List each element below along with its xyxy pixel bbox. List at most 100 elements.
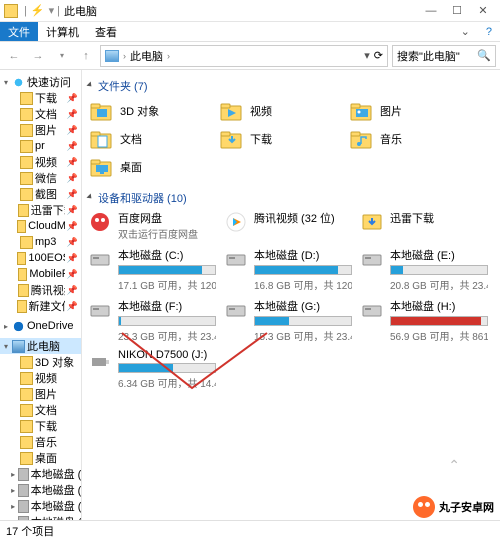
drive-label: 百度网盘 — [118, 210, 216, 226]
sidebar-quick-item[interactable]: 下载📌 — [0, 90, 81, 106]
drive-item[interactable]: 本地磁盘 (C:)17.1 GB 可用，共 120 … — [88, 247, 216, 292]
folder-item[interactable]: 图片 — [348, 98, 470, 124]
folder-item[interactable]: 下载 — [218, 126, 340, 152]
folder-item[interactable]: 视频 — [218, 98, 340, 124]
drive-item[interactable]: 腾讯视频 (32 位) — [224, 210, 352, 241]
drive-item[interactable]: 本地磁盘 (F:)23.3 GB 可用，共 23.4… — [88, 298, 216, 343]
folder-icon — [17, 220, 26, 233]
nav-back-button[interactable]: ← — [4, 46, 24, 66]
drv-icon — [360, 298, 384, 322]
drive-item[interactable]: NIKON D7500 (J:)6.34 GB 可用，共 14.4… — [88, 349, 216, 390]
help-button[interactable]: ? — [478, 22, 500, 41]
refresh-button[interactable]: ⟳ — [374, 49, 383, 62]
folder-item[interactable]: 桌面 — [88, 154, 210, 180]
folder-label: 3D 对象 — [120, 103, 159, 119]
folder-icon — [20, 92, 33, 105]
usb-icon — [88, 349, 112, 373]
minimize-button[interactable]: — — [418, 1, 444, 21]
sidebar-quick-item[interactable]: 100EOS5D📌 — [0, 250, 81, 266]
menu-computer[interactable]: 计算机 — [38, 22, 87, 41]
folder-icon — [20, 356, 33, 369]
search-placeholder: 搜索"此电脑" — [397, 48, 460, 64]
drive-item[interactable]: 本地磁盘 (E:)20.8 GB 可用，共 23.4… — [360, 247, 488, 292]
menu-file[interactable]: 文件 — [0, 22, 38, 41]
folder-label: 桌面 — [120, 159, 142, 175]
sidebar-quick-item[interactable]: 文档📌 — [0, 106, 81, 122]
address-dropdown-button[interactable]: ▾ — [364, 49, 370, 62]
drive-item[interactable]: 本地磁盘 (H:)56.9 GB 可用，共 861 … — [360, 298, 488, 343]
sidebar-quick-item[interactable]: mp3📌 — [0, 234, 81, 250]
folder-icon — [20, 388, 33, 401]
folder-icon — [20, 372, 33, 385]
maximize-button[interactable]: ☐ — [444, 1, 470, 21]
drv-icon — [224, 298, 248, 322]
sidebar-pc-item[interactable]: ▸本地磁盘 (D:) — [0, 482, 81, 498]
sidebar-quick-item[interactable]: MobileFile📌 — [0, 266, 81, 282]
quickaccess-pin-icon[interactable]: ⚡ — [31, 4, 45, 17]
dl-folder-icon — [218, 128, 244, 150]
breadcrumb-root[interactable]: 此电脑 — [130, 48, 163, 64]
folder-icon — [20, 236, 33, 249]
drive-sublabel: 20.8 GB 可用，共 23.4… — [390, 277, 488, 292]
sidebar-quick-item[interactable]: CloudMusic📌 — [0, 218, 81, 234]
sidebar-quick-item[interactable]: 截图📌 — [0, 186, 81, 202]
section-folders-header[interactable]: 文件夹 (7) — [88, 74, 494, 98]
drive-item[interactable]: 百度网盘双击运行百度网盘 — [88, 210, 216, 241]
close-button[interactable]: ✕ — [470, 1, 496, 21]
drive-label: 本地磁盘 (D:) — [254, 247, 352, 263]
folder-label: 音乐 — [380, 131, 402, 147]
sidebar-quick-access[interactable]: ▾快速访问 — [0, 74, 81, 90]
baidu-icon — [88, 210, 112, 234]
drive-item[interactable]: 本地磁盘 (D:)16.8 GB 可用，共 120 … — [224, 247, 352, 292]
window-title: 此电脑 — [64, 3, 418, 19]
sidebar-pc-item[interactable]: ▸本地磁盘 (E:) — [0, 498, 81, 514]
folder-icon — [17, 300, 26, 313]
folder-item[interactable]: 音乐 — [348, 126, 470, 152]
sidebar-pc-item[interactable]: 文档 — [0, 402, 81, 418]
sidebar-quick-item[interactable]: 图片📌 — [0, 122, 81, 138]
sidebar-pc-item[interactable]: 下载 — [0, 418, 81, 434]
titlebar-sep: | — [24, 5, 27, 17]
collapse-caret-icon[interactable]: ⌃ — [448, 457, 460, 474]
folder-icon — [18, 268, 28, 281]
address-input[interactable]: › 此电脑 › ▾ ⟳ — [100, 45, 388, 67]
folder-item[interactable]: 文档 — [88, 126, 210, 152]
sidebar-pc-item[interactable]: 视频 — [0, 370, 81, 386]
sidebar-pc-item[interactable]: 图片 — [0, 386, 81, 402]
status-bar: 17 个项目 — [0, 520, 500, 540]
menu-view[interactable]: 查看 — [87, 22, 125, 41]
folder-label: 文档 — [120, 131, 142, 147]
ribbon-expand-button[interactable]: ⌄ — [453, 22, 478, 41]
sidebar-quick-item[interactable]: 腾讯视频📌 — [0, 282, 81, 298]
nav-history-button[interactable]: ▾ — [52, 46, 72, 66]
folder-item[interactable]: 3D 对象 — [88, 98, 210, 124]
sidebar-pc-item[interactable]: 3D 对象 — [0, 354, 81, 370]
sidebar-quick-item[interactable]: 视频📌 — [0, 154, 81, 170]
drive-usage-bar — [390, 265, 488, 275]
folder-icon — [20, 156, 33, 169]
sidebar-thispc[interactable]: ▾此电脑 — [0, 338, 81, 354]
search-icon[interactable]: 🔍 — [477, 49, 491, 62]
sidebar-pc-item[interactable]: 音乐 — [0, 434, 81, 450]
drv-icon — [88, 247, 112, 271]
section-devices-header[interactable]: 设备和驱动器 (10) — [88, 186, 494, 210]
sidebar-onedrive[interactable]: ▸OneDrive — [0, 318, 81, 334]
drive-item[interactable]: 迅雷下载 — [360, 210, 488, 241]
nav-forward-button[interactable]: → — [28, 46, 48, 66]
drive-icon — [18, 500, 29, 513]
folder-label: 视频 — [250, 103, 272, 119]
sidebar-quick-item[interactable]: pr📌 — [0, 138, 81, 154]
nav-up-button[interactable]: ↑ — [76, 46, 96, 66]
sidebar-pc-item[interactable]: ▸本地磁盘 (C:) — [0, 466, 81, 482]
search-input[interactable]: 搜索"此电脑" 🔍 — [392, 45, 496, 67]
sidebar-quick-item[interactable]: 迅雷下载📌 — [0, 202, 81, 218]
sidebar-pc-item[interactable]: 桌面 — [0, 450, 81, 466]
drive-label: 本地磁盘 (C:) — [118, 247, 216, 263]
folder-icon — [18, 284, 29, 297]
pic-folder-icon — [348, 100, 374, 122]
star-icon — [12, 76, 25, 89]
mus-folder-icon — [348, 128, 374, 150]
drive-item[interactable]: 本地磁盘 (G:)15.3 GB 可用，共 23.4… — [224, 298, 352, 343]
sidebar-quick-item[interactable]: 新建文件夹📌 — [0, 298, 81, 314]
sidebar-quick-item[interactable]: 微信📌 — [0, 170, 81, 186]
